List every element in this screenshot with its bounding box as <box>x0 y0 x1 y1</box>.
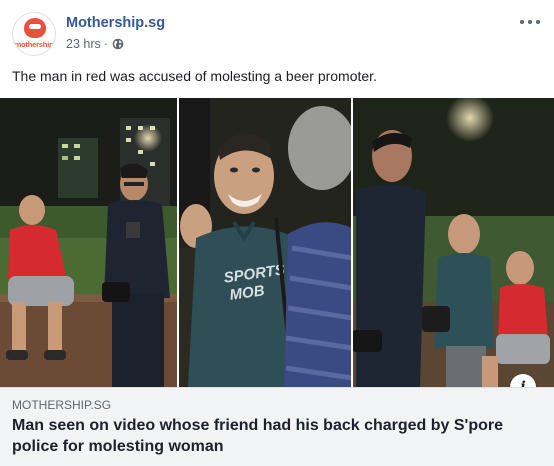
mothership-logo-icon <box>24 18 46 38</box>
page-avatar[interactable]: mothership <box>12 12 56 56</box>
meta-separator: · <box>103 37 108 51</box>
avatar-logo-text: mothership <box>14 40 54 49</box>
link-domain: MOTHERSHIP.SG <box>12 398 112 412</box>
post-caption: The man in red was accused of molesting … <box>12 68 377 84</box>
link-preview[interactable]: MOTHERSHIP.SG Man seen on video whose fr… <box>0 387 554 466</box>
link-headline[interactable]: Man seen on video whose friend had his b… <box>12 415 532 457</box>
video-frame-3 <box>352 98 554 387</box>
globe-icon[interactable] <box>112 38 124 50</box>
video-frame-2: SPORTS MOB <box>178 98 356 387</box>
video-frame-1 <box>0 98 178 387</box>
page-name-link[interactable]: Mothership.sg <box>66 15 165 31</box>
facebook-post: mothership Mothership.sg 23 hrs · The ma… <box>0 0 554 466</box>
more-options-icon[interactable] <box>520 16 540 28</box>
post-timestamp[interactable]: 23 hrs <box>66 37 101 51</box>
post-meta: 23 hrs · <box>66 37 124 51</box>
post-photo[interactable]: SPORTS MOB <box>0 98 554 387</box>
